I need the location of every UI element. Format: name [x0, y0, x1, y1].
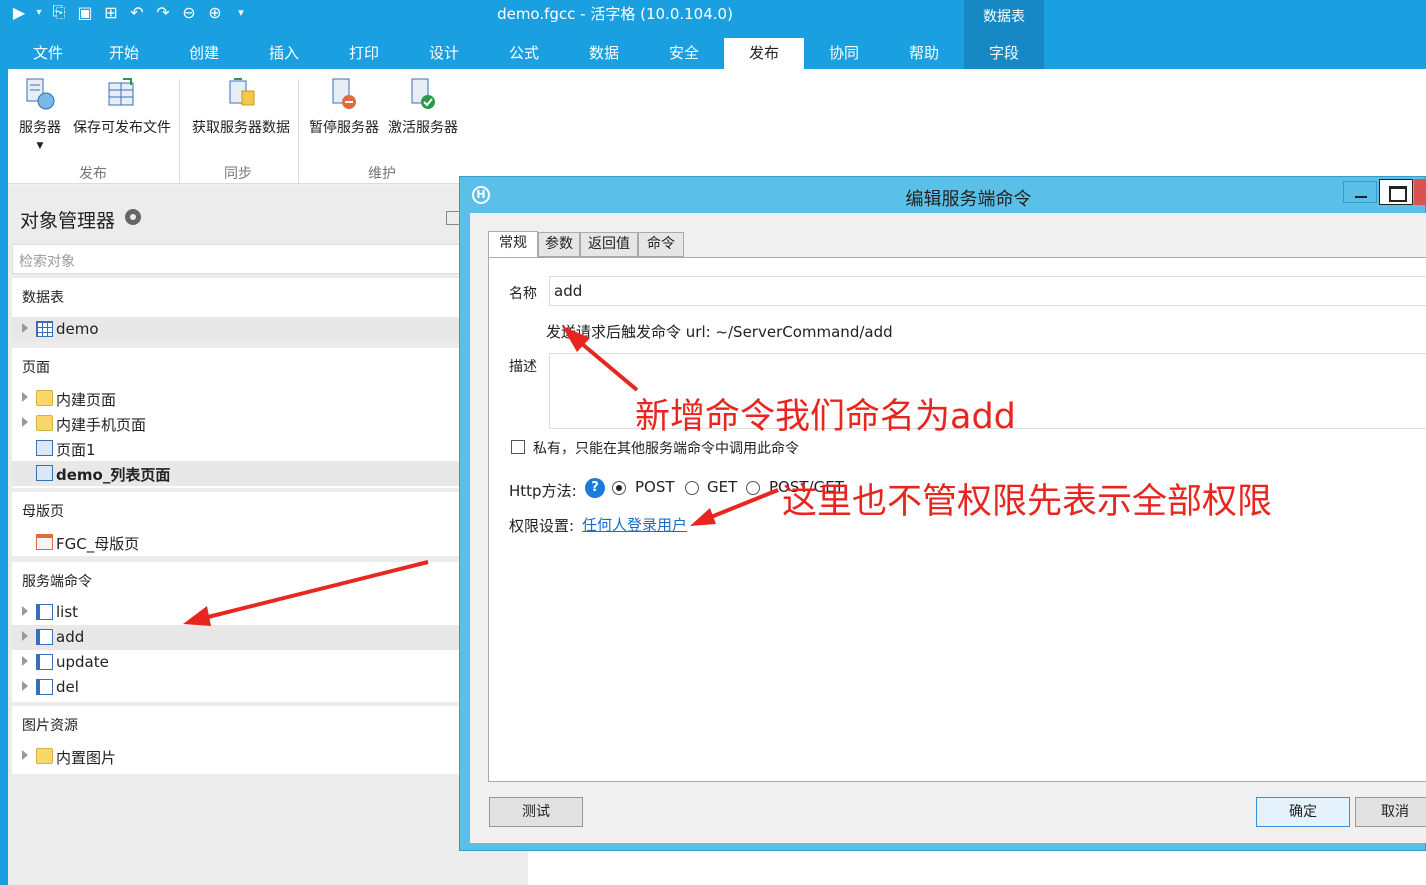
- arrow-to-permission-link: [690, 488, 779, 526]
- arrow-to-add-command: [183, 560, 429, 626]
- arrow-to-name-field: [562, 326, 639, 392]
- annotation-arrows: [183, 326, 779, 626]
